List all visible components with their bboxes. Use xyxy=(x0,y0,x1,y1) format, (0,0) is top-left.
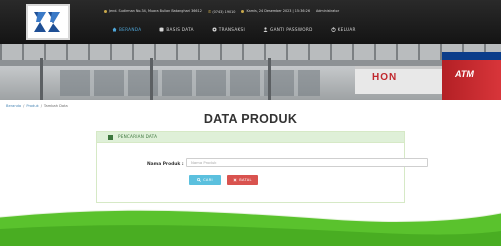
top-header: Jend. Sudirman No.34, Muara Bulian Batan… xyxy=(0,0,501,44)
home-icon xyxy=(112,27,117,31)
bank-logo[interactable] xyxy=(26,4,70,40)
breadcrumb-item-beranda[interactable]: Beranda xyxy=(6,104,21,108)
banner-image: HON ATM xyxy=(0,44,501,100)
atm-text: ATM xyxy=(455,69,474,79)
breadcrumb-separator: / xyxy=(23,104,25,108)
logout-icon xyxy=(331,26,336,32)
transaction-icon xyxy=(212,27,217,31)
clock-icon xyxy=(241,9,245,13)
phone-text: ✆ (0743) 19010 xyxy=(208,9,236,14)
search-panel: PENCARIAN DATA xyxy=(96,131,405,203)
search-button[interactable]: CARI xyxy=(189,175,221,185)
breadcrumb-separator: / xyxy=(40,104,42,108)
banner-pole xyxy=(268,58,271,100)
logo-icon xyxy=(34,12,60,32)
nav-item-ganti-password[interactable]: GANTI PASSWORD xyxy=(263,27,313,32)
reset-button-label: BATAL xyxy=(239,178,252,182)
reset-button[interactable]: BATAL xyxy=(227,175,258,185)
product-name-input[interactable] xyxy=(186,158,428,167)
nav-item-basis-data[interactable]: BASIS DATA xyxy=(159,27,193,32)
info-bar: Jend. Sudirman No.34, Muara Bulian Batan… xyxy=(104,3,339,19)
dealer-sign xyxy=(355,66,445,94)
breadcrumb-item-current: Tambah Data xyxy=(43,104,68,108)
nav-item-transaksi[interactable]: TRANSAKSI xyxy=(212,27,245,32)
banner-windows xyxy=(60,70,320,96)
nav-label: BERANDA xyxy=(119,26,142,32)
breadcrumb: Beranda / Produk / Tambah Data xyxy=(6,104,68,108)
banner-pole xyxy=(150,58,153,100)
search-icon xyxy=(197,178,201,182)
address-value: Jend. Sudirman No.34, Muara Bulian Batan… xyxy=(109,9,202,13)
main-nav: BERANDA BASIS DATA TRANSAKSI GANTI PASSW… xyxy=(112,22,356,36)
user-text: Administrator xyxy=(316,9,340,13)
nav-label: TRANSAKSI xyxy=(218,26,246,32)
database-icon xyxy=(159,27,164,31)
nav-label: KELUAR xyxy=(337,26,356,32)
nav-item-keluar[interactable]: KELUAR xyxy=(331,27,356,32)
datetime-value: Kamis, 24 Desember 2023 | 15:36:26 xyxy=(246,9,310,13)
panel-header: PENCARIAN DATA xyxy=(97,132,404,143)
footer-decoration xyxy=(0,209,501,246)
user-icon xyxy=(263,26,268,32)
banner-pole xyxy=(40,58,43,100)
phone-icon: ✆ xyxy=(207,8,212,14)
page-title: DATA PRODUK xyxy=(203,112,298,126)
panel-icon xyxy=(108,135,113,140)
atm-stripe xyxy=(442,52,501,60)
product-name-label: Nama Produk : xyxy=(147,162,184,167)
dealer-sign-text: HON xyxy=(372,72,398,83)
nav-label: GANTI PASSWORD xyxy=(270,26,313,32)
breadcrumb-item-produk[interactable]: Produk xyxy=(26,104,38,108)
datetime-text: Kamis, 24 Desember 2023 | 15:36:26 xyxy=(241,9,310,13)
location-icon xyxy=(104,9,107,13)
panel-title: PENCARIAN DATA xyxy=(118,134,158,139)
nav-item-beranda[interactable]: BERANDA xyxy=(112,27,141,32)
banner-roof xyxy=(0,44,501,60)
phone-value: (0743) 19010 xyxy=(212,9,236,14)
address-text: Jend. Sudirman No.34, Muara Bulian Batan… xyxy=(104,9,202,13)
close-icon xyxy=(233,178,237,182)
search-button-label: CARI xyxy=(203,178,213,182)
nav-label: BASIS DATA xyxy=(166,26,194,32)
